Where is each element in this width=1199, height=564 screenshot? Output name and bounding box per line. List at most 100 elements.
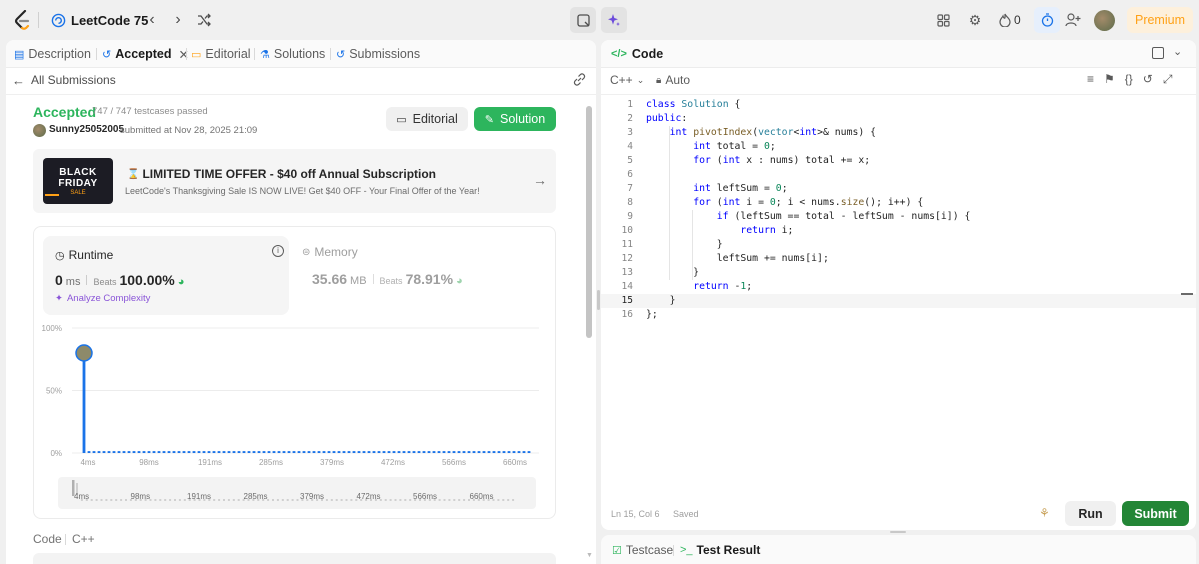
code-line[interactable]: 14 return -1; [601,280,1196,294]
code-line[interactable]: 12 leftSum += nums[i]; [601,252,1196,266]
line-number: 13 [621,267,633,278]
chart-bar [502,451,506,453]
tab-separator [673,545,674,556]
share-link-icon[interactable] [572,72,588,88]
braces-icon[interactable]: {} [1125,72,1133,87]
shuffle-icon[interactable] [194,10,214,30]
submission-username[interactable]: Sunny25052005 [49,124,124,135]
divider [601,94,1196,95]
all-submissions-link[interactable]: ← All Submissions [12,72,116,88]
code-line[interactable]: 5 for (int x : nums) total += x; [601,154,1196,168]
close-tab-icon[interactable]: ✕ [179,47,189,62]
code-line[interactable]: 9 if (leftSum == total - leftSum - nums[… [601,210,1196,224]
user-avatar-small [33,124,46,137]
code-line[interactable]: 10 return i; [601,224,1196,238]
settings-gear-icon[interactable]: ⚙ [967,12,983,28]
code-line[interactable]: 15 } [601,294,1196,308]
chart-bar [212,451,216,453]
format-lines-icon[interactable]: ≡ [1087,72,1094,87]
sparkle-ai-icon[interactable] [601,7,627,33]
code-line[interactable]: 3 int pivotIndex(vector<int>& nums) { [601,126,1196,140]
submit-button[interactable]: Submit [1122,501,1189,526]
code-line[interactable]: 1 class Solution { [601,98,1196,112]
timer-icon[interactable] [1034,7,1060,33]
tab-testcase[interactable]: ☑ Testcase [612,543,673,557]
problem-list-title[interactable]: LeetCode 75 [71,10,148,30]
left-scrollbar-thumb[interactable] [586,106,592,338]
solution-button[interactable]: ✎ Solution [474,107,556,131]
memory-label-row[interactable]: ⊜ Memory [302,245,358,259]
layout-toggle-icon[interactable] [570,7,596,33]
chart-bar [237,451,241,453]
expand-icon[interactable]: ⤢ [1163,72,1173,87]
range-slider-bar [281,499,284,501]
reset-icon[interactable]: ↺ [1143,72,1153,87]
lock-icon: 🔒︎ [656,74,662,86]
chart-bar [287,451,291,453]
maximize-icon[interactable] [1152,47,1164,59]
code-label: Code [33,532,62,546]
chevron-down-icon[interactable]: ⌄ [1173,45,1182,58]
add-friend-icon[interactable] [1064,12,1082,28]
chart-bar [222,451,226,453]
language-select[interactable]: C++ ⌄ [610,73,644,87]
code-line[interactable]: 2 public: [601,112,1196,126]
arrow-right-icon[interactable]: → [533,172,547,188]
grid-layout-icon[interactable] [935,12,951,28]
sparkle-icon: ✦ [55,293,63,304]
panel-resize-handle[interactable] [597,290,600,310]
tab-description[interactable]: ▤ Description [14,40,91,68]
memory-label: Memory [314,245,358,259]
promo-subtitle: LeetCode's Thanksgiving Sale IS NOW LIVE… [125,186,480,196]
range-slider-bar [512,499,515,501]
user-avatar[interactable] [1094,10,1115,31]
tab-accepted[interactable]: ↺ Accepted ✕ [102,40,189,68]
line-number: 2 [627,113,633,124]
tab-testcase-label: Testcase [625,543,674,557]
range-slider-bar [399,499,402,501]
chart-bar [497,451,501,453]
code-line[interactable]: 8 for (int i = 0; i < nums.size(); i++) … [601,196,1196,210]
streak-flame-icon[interactable] [997,12,1013,28]
chart-bar [217,451,221,453]
editorial-button-label: Editorial [412,112,458,126]
code-line[interactable]: 16}; [601,308,1196,322]
code-line[interactable]: 11 } [601,238,1196,252]
tab-test-result[interactable]: >_ Test Result [680,543,760,557]
code-text: } [646,295,676,306]
range-slider-bar [507,499,510,501]
code-line[interactable]: 7 int leftSum = 0; [601,182,1196,196]
run-button[interactable]: Run [1065,501,1116,526]
book-open-icon: ▭ [396,113,407,126]
chart-bar [152,451,156,453]
info-icon[interactable]: i [272,245,284,257]
leetcoin-icon[interactable]: ⚘ [1039,506,1050,520]
chart-bar [372,451,376,453]
editorial-button[interactable]: ▭ Editorial [386,107,468,131]
runtime-box[interactable]: ◷ Runtime i 0 ms Beats 100.00% ◕ ✦ Analy… [43,236,289,315]
range-slider-bar [178,499,181,501]
tab-solutions[interactable]: ⚗ Solutions [260,40,325,68]
chart-bar [517,451,521,453]
bookmark-icon[interactable]: ⚑ [1104,72,1115,87]
premium-button[interactable]: Premium [1127,7,1193,33]
analyze-complexity-link[interactable]: ✦ Analyze Complexity [55,293,150,304]
panel-resize-handle[interactable] [890,531,906,533]
next-question-icon[interactable]: › [168,10,188,30]
code-line[interactable]: 6 [601,168,1196,182]
tab-editorial[interactable]: ▭ Editorial [191,40,251,68]
code-editor[interactable]: 1 class Solution {2 public: 3 int pivotInde… [601,98,1196,518]
tab-code[interactable]: </> Code [611,40,663,68]
range-slider-bar [345,499,348,501]
promo-banner[interactable]: BLACK FRIDAY SALE ⌛ LIMITED TIME OFFER -… [33,149,556,213]
runtime-distribution-chart[interactable]: 100% 50% 0% 4ms 98ms 191ms 285ms 379ms 472ms 566m… [34,319,555,519]
autocomplete-toggle[interactable]: 🔒︎ Auto [656,73,690,87]
code-line[interactable]: 13 } [601,266,1196,280]
chart-bar [267,451,271,453]
prev-question-icon[interactable]: ‹ [142,10,162,30]
scroll-down-icon[interactable]: ▼ [586,552,593,562]
chart-bar [327,451,331,453]
tab-submissions[interactable]: ↺ Submissions [336,40,420,68]
leetcode-logo[interactable] [12,9,34,31]
code-line[interactable]: 4 int total = 0; [601,140,1196,154]
